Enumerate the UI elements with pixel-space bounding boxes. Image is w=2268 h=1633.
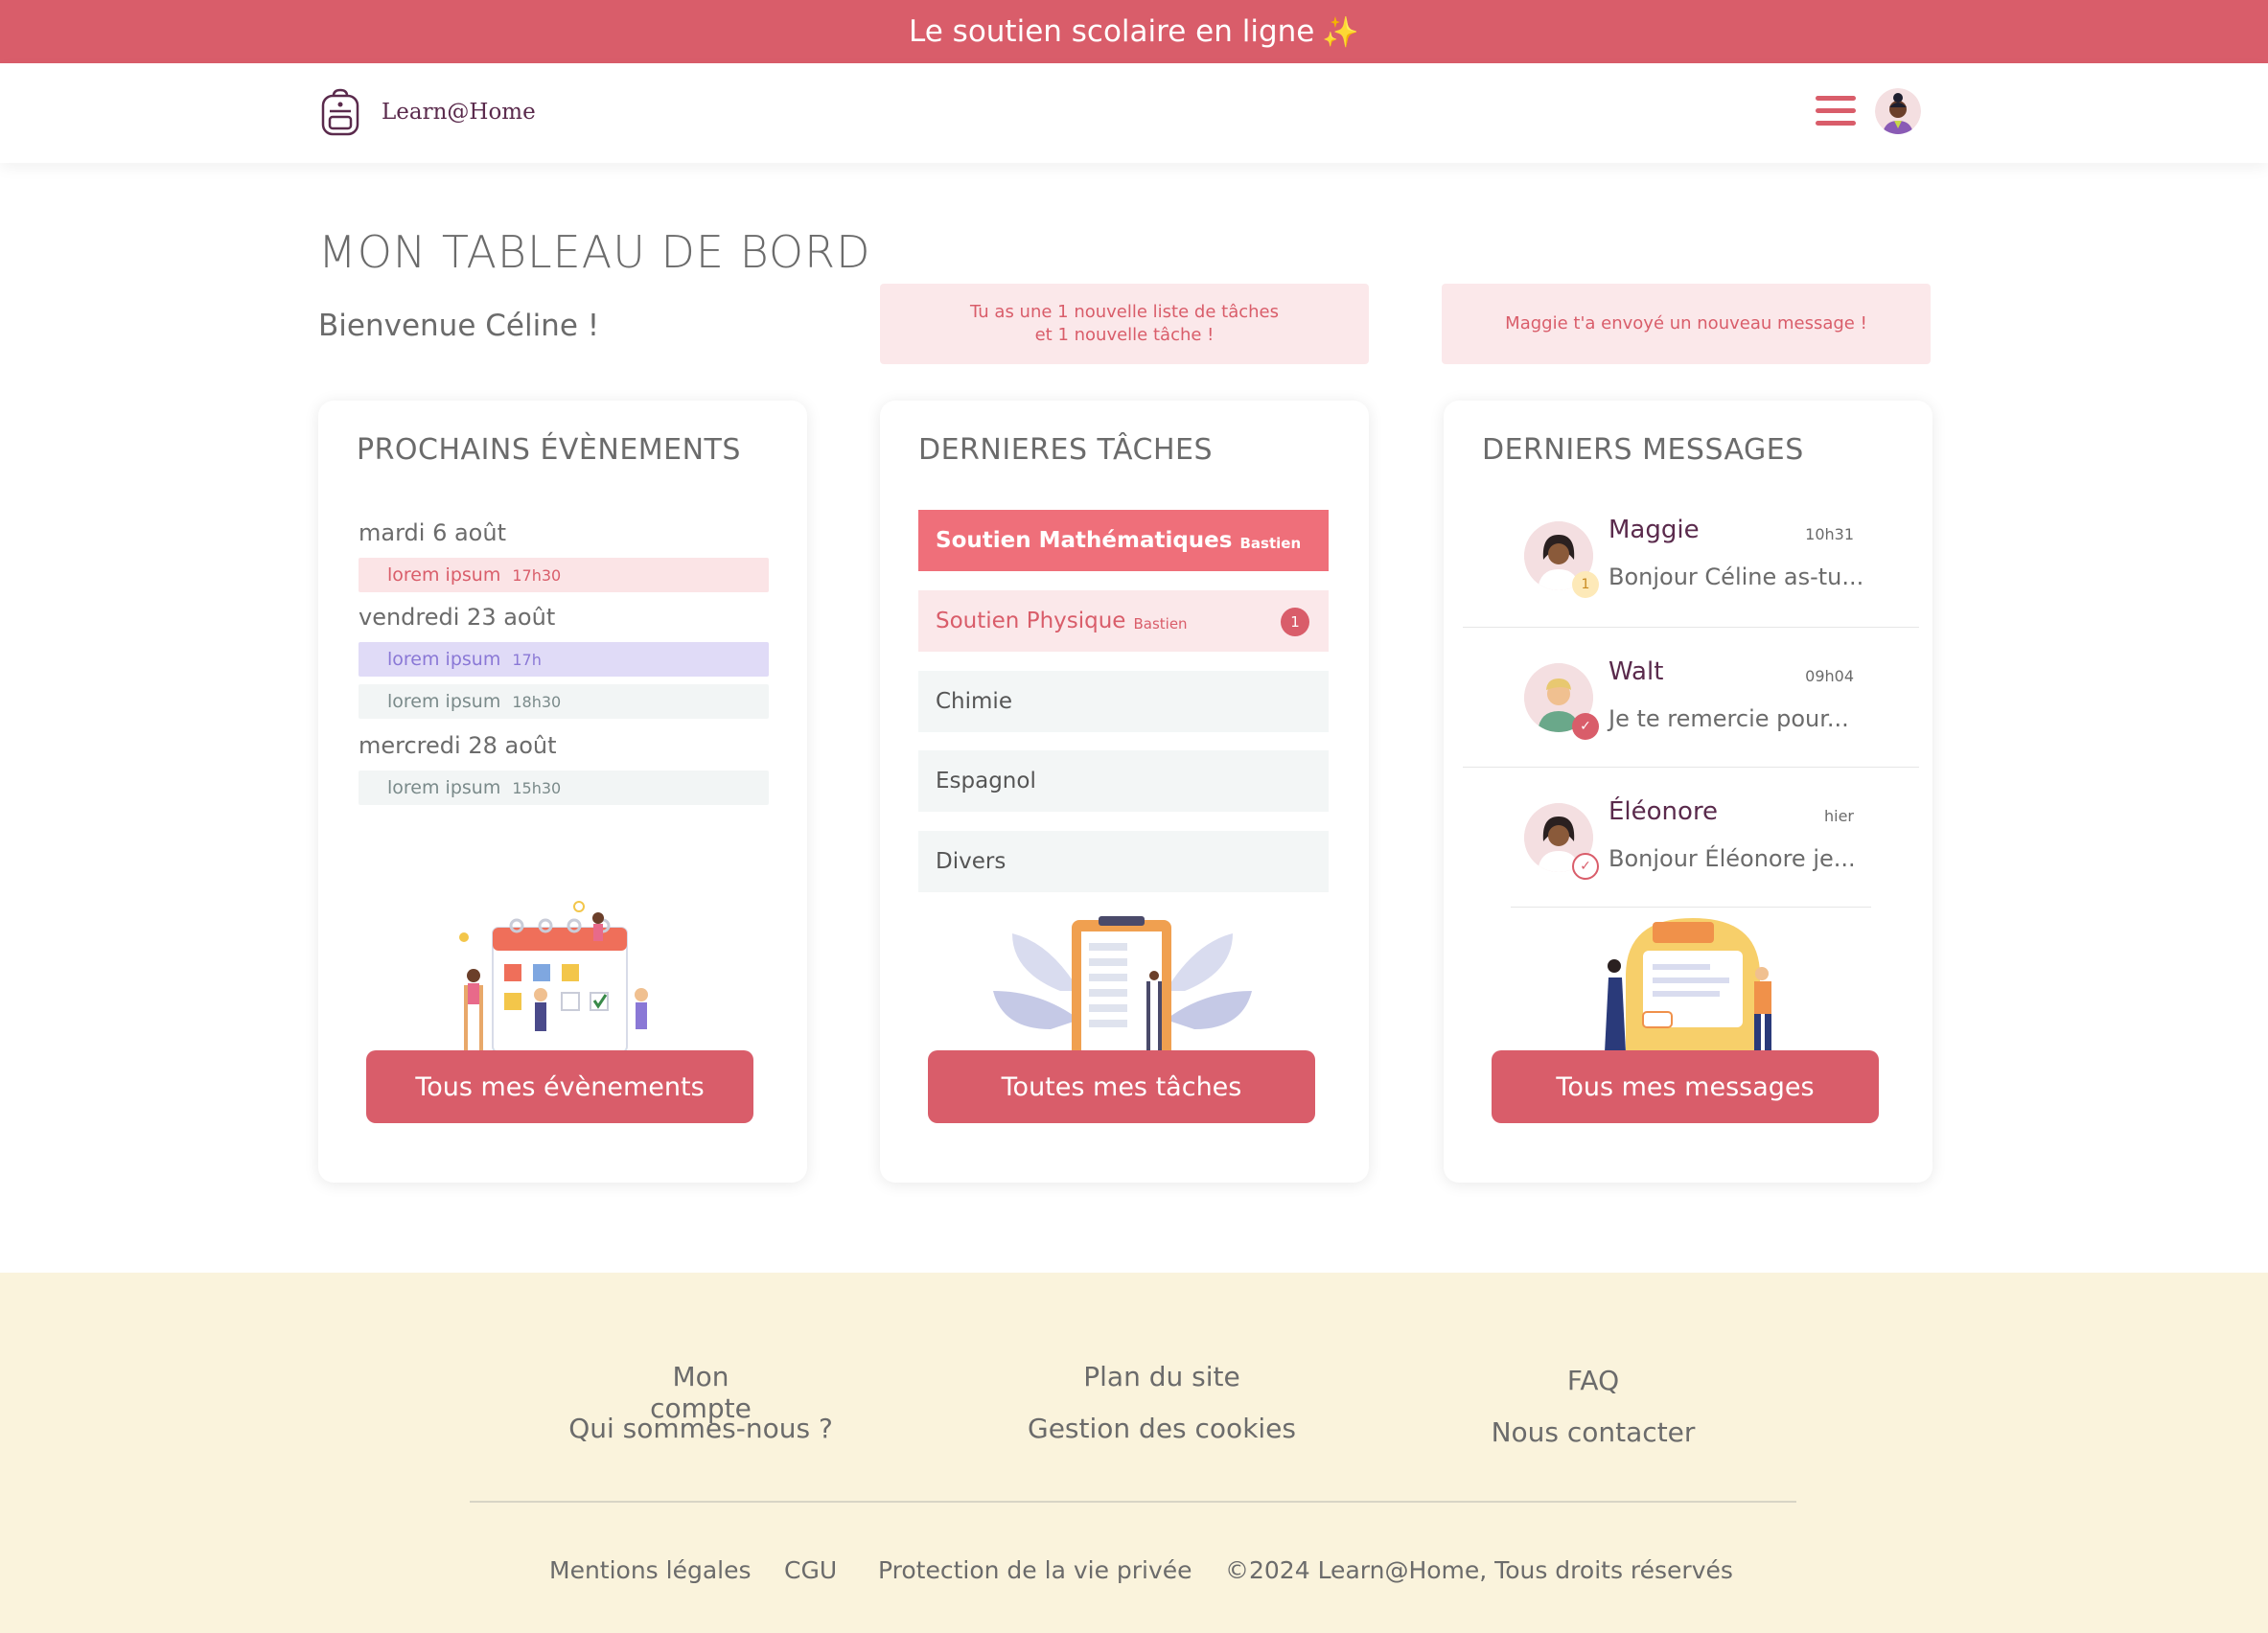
event-label: lorem ipsum [387, 691, 501, 712]
site-footer: Mon compte Qui sommes-nous ? Plan du sit… [0, 1273, 2268, 1633]
event-item[interactable]: lorem ipsum 17h [359, 642, 769, 677]
footer-link-faq[interactable]: FAQ [1515, 1365, 1672, 1396]
message-item[interactable]: ✓ Walt 09h04 Je te remercie pour... [1463, 634, 1919, 774]
sent-check-icon: ✓ [1572, 853, 1599, 880]
tasks-title: DERNIERES TÂCHES [918, 433, 1214, 467]
notification-line: Maggie t'a envoyé un nouveau message ! [1505, 313, 1867, 334]
footer-copyright: ©2024 Learn@Home, Tous droits réservés [1225, 1556, 1733, 1584]
task-item[interactable]: Soutien Physique Bastien 1 [918, 590, 1329, 652]
footer-link-sitemap[interactable]: Plan du site [1054, 1361, 1269, 1392]
event-label: lorem ipsum [387, 649, 501, 670]
message-item[interactable]: ✓ Éléonore hier Bonjour Éléonore je... [1463, 774, 1919, 914]
task-item[interactable]: Espagnol [918, 750, 1329, 812]
read-check-icon: ✓ [1572, 713, 1599, 740]
task-item[interactable]: Divers [918, 831, 1329, 892]
hamburger-menu-icon[interactable] [1816, 96, 1856, 128]
footer-link-cgu[interactable]: CGU [784, 1556, 837, 1584]
site-header: Learn@Home [0, 63, 2268, 163]
banner-text: Le soutien scolaire en ligne [909, 14, 1315, 49]
message-time: hier [1823, 807, 1854, 825]
message-preview: Je te remercie pour... [1608, 705, 1849, 732]
all-messages-button[interactable]: Tous mes messages [1492, 1050, 1879, 1123]
messages-card: DERNIERS MESSAGES 1 Maggie 10h31 Bonjour… [1444, 401, 1932, 1183]
event-item[interactable]: lorem ipsum 17h30 [359, 558, 769, 592]
footer-link-contact[interactable]: Nous contacter [1482, 1416, 1704, 1448]
task-label: Divers [936, 849, 1007, 874]
task-label: Soutien Physique [936, 609, 1126, 633]
task-label: Espagnol [936, 769, 1036, 794]
event-label: lorem ipsum [387, 564, 501, 586]
message-item[interactable]: 1 Maggie 10h31 Bonjour Céline as-tu... [1463, 493, 1919, 632]
unread-badge: 1 [1281, 608, 1309, 636]
all-events-button[interactable]: Tous mes évènements [366, 1050, 753, 1123]
divider [1511, 907, 1871, 908]
unread-count-badge: 1 [1572, 571, 1599, 598]
footer-link-cookies[interactable]: Gestion des cookies [1026, 1413, 1298, 1444]
event-date: mardi 6 août [359, 519, 506, 546]
event-time: 17h [512, 650, 542, 669]
notification-line: Tu as une 1 nouvelle liste de tâches [970, 302, 1279, 322]
task-label: Soutien Mathématiques [936, 528, 1233, 553]
event-item[interactable]: lorem ipsum 18h30 [359, 684, 769, 719]
footer-link-privacy[interactable]: Protection de la vie privée [878, 1556, 1192, 1584]
task-item[interactable]: Chimie [918, 671, 1329, 732]
message-time: 09h04 [1805, 667, 1854, 685]
contact-name: Maggie [1608, 516, 1700, 544]
divider [1463, 767, 1919, 768]
message-preview: Bonjour Éléonore je... [1608, 845, 1856, 872]
page-title: MON TABLEAU DE BORD [318, 226, 871, 278]
event-time: 17h30 [512, 565, 562, 585]
all-tasks-button[interactable]: Toutes mes tâches [928, 1050, 1315, 1123]
messages-title: DERNIERS MESSAGES [1482, 433, 1804, 467]
tasks-notification[interactable]: Tu as une 1 nouvelle liste de tâches et … [880, 284, 1369, 364]
footer-link-about[interactable]: Qui sommes-nous ? [562, 1413, 840, 1444]
divider [1463, 627, 1919, 628]
task-sub: Bastien [1133, 615, 1188, 632]
messaging-illustration [1605, 918, 1771, 1062]
events-title: PROCHAINS ÉVÈNEMENTS [357, 433, 741, 467]
task-item[interactable]: Soutien Mathématiques Bastien [918, 510, 1329, 571]
event-date: mercredi 28 août [359, 732, 557, 759]
sparkles-icon: ✨ [1322, 14, 1359, 50]
calendar-illustration [459, 901, 648, 1053]
event-time: 18h30 [512, 692, 562, 711]
event-item[interactable]: lorem ipsum 15h30 [359, 770, 769, 805]
footer-divider [470, 1501, 1796, 1503]
welcome-text: Bienvenue Céline ! [318, 309, 600, 343]
checklist-illustration [993, 916, 1252, 1064]
event-date: vendredi 23 août [359, 604, 556, 631]
event-time: 15h30 [512, 778, 562, 797]
brand-logo[interactable]: Learn@Home [318, 88, 536, 136]
tasks-card: DERNIERES TÂCHES Soutien Mathématiques B… [880, 401, 1369, 1183]
brand-name: Learn@Home [382, 100, 536, 125]
contact-name: Éléonore [1608, 797, 1719, 826]
top-banner: Le soutien scolaire en ligne ✨ [0, 0, 2268, 63]
notification-line: et 1 nouvelle tâche ! [1034, 325, 1215, 345]
event-label: lorem ipsum [387, 777, 501, 798]
user-avatar-icon[interactable] [1875, 88, 1921, 134]
task-label: Chimie [936, 689, 1012, 714]
message-preview: Bonjour Céline as-tu... [1608, 564, 1864, 590]
events-card: PROCHAINS ÉVÈNEMENTS mardi 6 août lorem … [318, 401, 807, 1183]
backpack-icon [321, 88, 359, 136]
contact-name: Walt [1608, 657, 1664, 686]
task-sub: Bastien [1239, 535, 1302, 552]
message-time: 10h31 [1805, 525, 1854, 543]
footer-link-legal[interactable]: Mentions légales [549, 1556, 752, 1584]
message-notification[interactable]: Maggie t'a envoyé un nouveau message ! [1442, 284, 1931, 364]
